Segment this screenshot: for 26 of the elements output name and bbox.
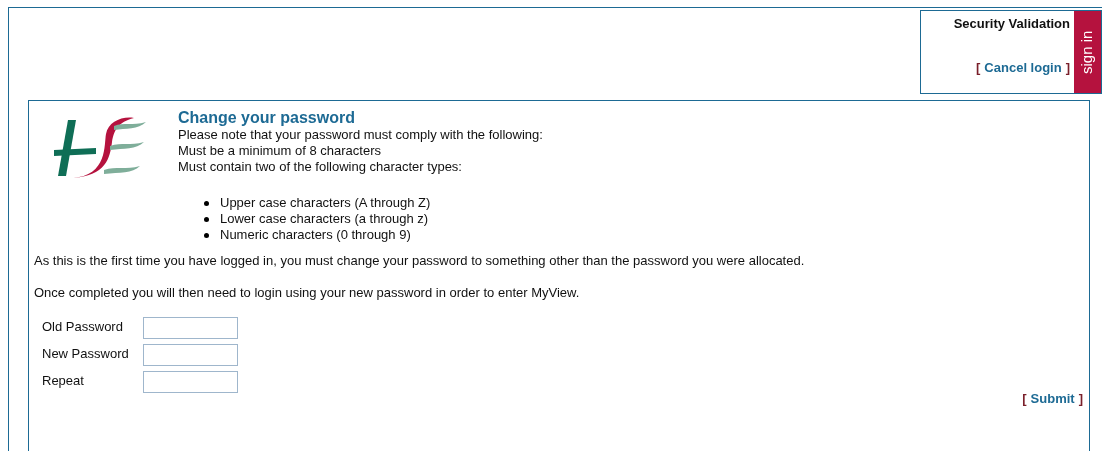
bullet-icon (204, 200, 209, 206)
bracket: ] (1065, 58, 1070, 77)
note-text: Please note that your password must comply with the following: (178, 127, 543, 143)
password-field[interactable] (143, 371, 238, 393)
bracket: ] (1078, 390, 1083, 408)
bullet-icon (204, 216, 209, 222)
field-label: Old Password (42, 318, 124, 336)
field-label: New Password (42, 345, 130, 363)
note-text: Must contain two of the following character types: (178, 159, 463, 175)
submit-link[interactable]: Submit (1030, 389, 1075, 409)
info-text: Once completed you will then need to login using your new password in order to enter MyView. (34, 285, 581, 301)
bracket: [ (976, 58, 981, 77)
bracket: [ (1022, 390, 1027, 408)
page-title: Change your password (178, 109, 356, 127)
sign-in-tab[interactable]: sign in (1074, 11, 1101, 93)
password-field[interactable] (143, 317, 238, 339)
rule-text: Numeric characters (0 through 9) (220, 227, 411, 243)
info-text: As this is the first time you have logged in, you must change your password to something other than the password you were allocated. (34, 253, 806, 269)
cancel-login-link[interactable]: Cancel login (984, 57, 1062, 77)
password-field[interactable] (143, 344, 238, 366)
note-text: Must be a minimum of 8 characters (178, 143, 383, 159)
field-label: Repeat (42, 372, 85, 390)
rule-text: Lower case characters (a through z) (220, 211, 429, 227)
rule-text: Upper case characters (A through Z) (220, 195, 431, 211)
bullet-icon (204, 232, 209, 238)
panel-title: Security Validation (953, 15, 1070, 33)
